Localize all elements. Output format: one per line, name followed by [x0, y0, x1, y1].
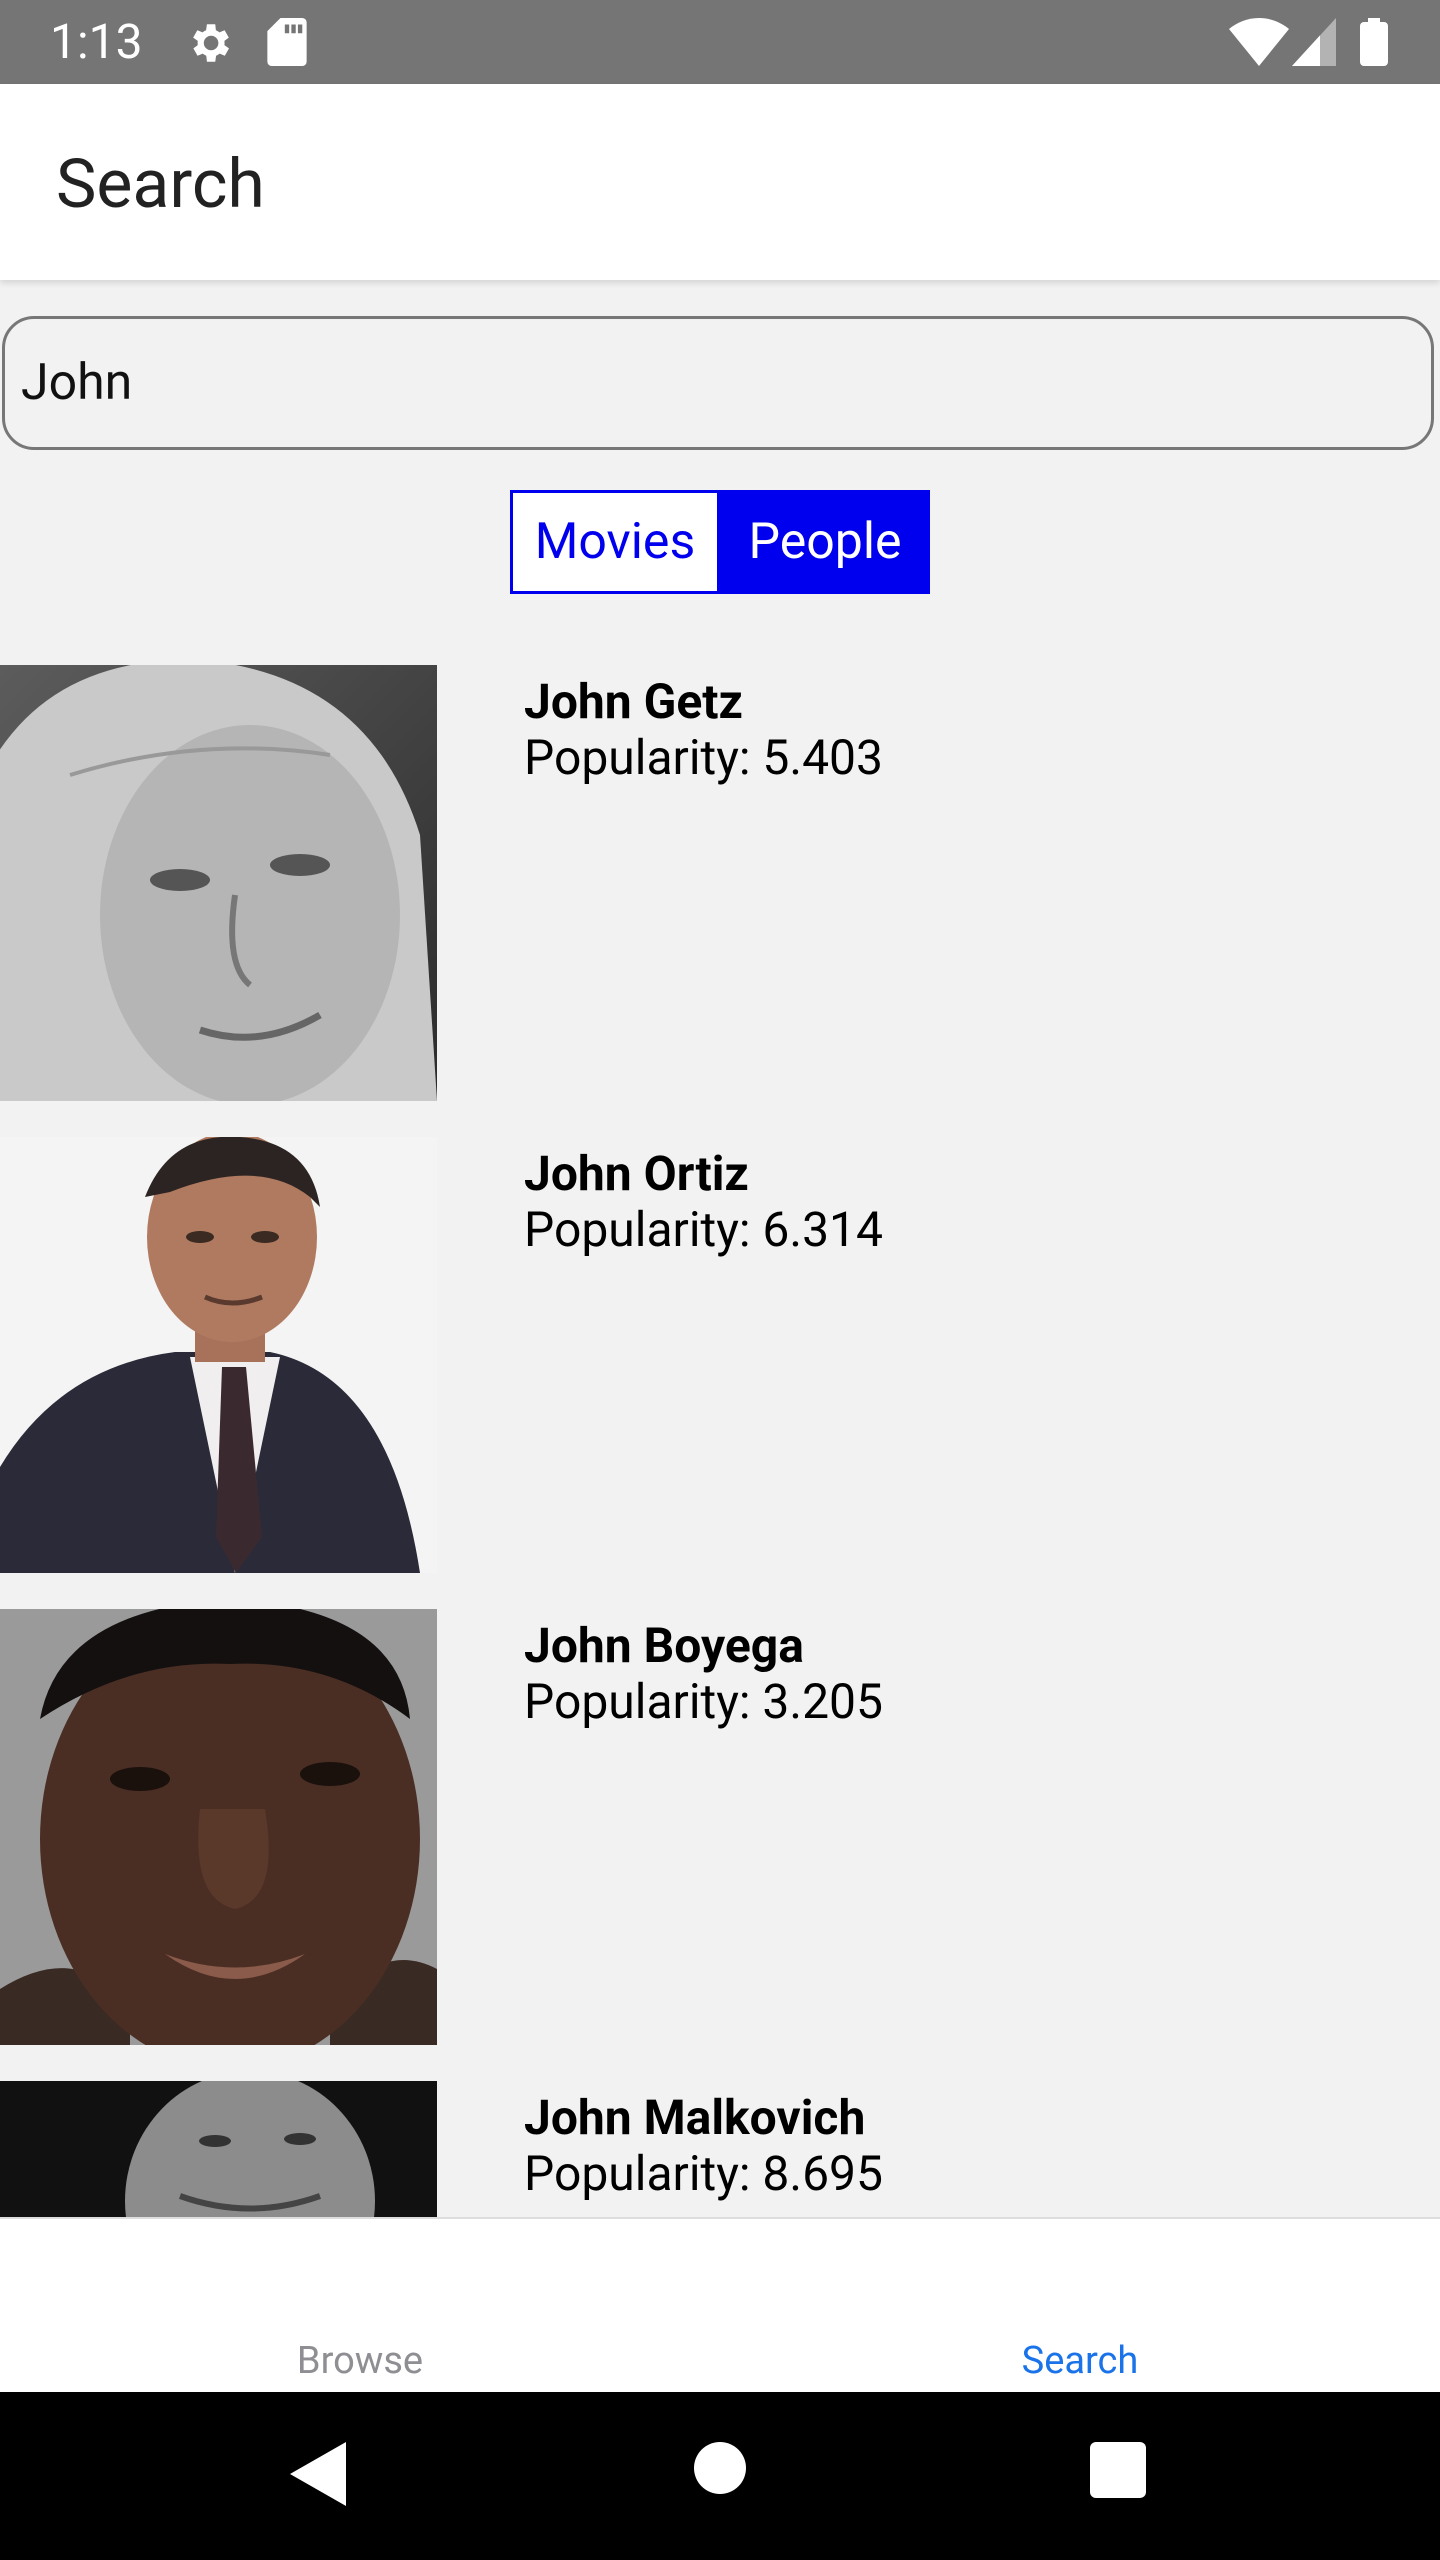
list-item[interactable]: John Boyega Popularity: 3.205: [0, 1609, 1440, 2045]
list-item[interactable]: John Ortiz Popularity: 6.314: [0, 1137, 1440, 1573]
status-time: 1:13: [50, 13, 143, 70]
list-item[interactable]: John Malkovich Popularity: 8.695: [0, 2081, 1440, 2217]
sd-card-icon: [267, 18, 307, 66]
results-list[interactable]: John Getz Popularity: 5.403 John Ortiz P…: [0, 665, 1440, 2217]
recents-icon[interactable]: [1090, 2442, 1146, 2498]
home-icon[interactable]: [694, 2442, 746, 2494]
page-title: Search: [56, 144, 265, 224]
tab-search[interactable]: Search: [720, 2339, 1440, 2383]
person-photo: [0, 1137, 437, 1573]
person-photo: [0, 2081, 437, 2217]
person-popularity: Popularity: 5.403: [524, 729, 883, 786]
person-photo: [0, 1609, 437, 2045]
person-name: John Boyega: [524, 1617, 804, 1674]
person-popularity: Popularity: 3.205: [524, 1673, 883, 1730]
person-name: John Malkovich: [524, 2089, 866, 2146]
person-name: John Ortiz: [524, 1145, 749, 1202]
app-bar: Search: [0, 84, 1440, 280]
person-name: John Getz: [524, 673, 743, 730]
gear-icon: [193, 24, 229, 62]
signal-icon: [1292, 18, 1336, 66]
system-nav-bar: [0, 2392, 1440, 2560]
person-popularity: Popularity: 8.695: [524, 2145, 883, 2202]
wifi-icon: [1229, 18, 1289, 66]
search-input[interactable]: [2, 316, 1434, 450]
people-toggle-button[interactable]: People: [720, 490, 930, 594]
person-photo: [0, 665, 437, 1101]
status-bar: 1:13: [0, 0, 1440, 84]
tab-browse[interactable]: Browse: [0, 2339, 720, 2383]
list-item[interactable]: John Getz Popularity: 5.403: [0, 665, 1440, 1101]
back-icon[interactable]: [290, 2442, 346, 2506]
bottom-nav: Browse Search: [0, 2217, 1440, 2394]
movies-toggle-button[interactable]: Movies: [510, 490, 720, 594]
battery-icon: [1360, 18, 1388, 66]
person-popularity: Popularity: 6.314: [524, 1201, 883, 1258]
